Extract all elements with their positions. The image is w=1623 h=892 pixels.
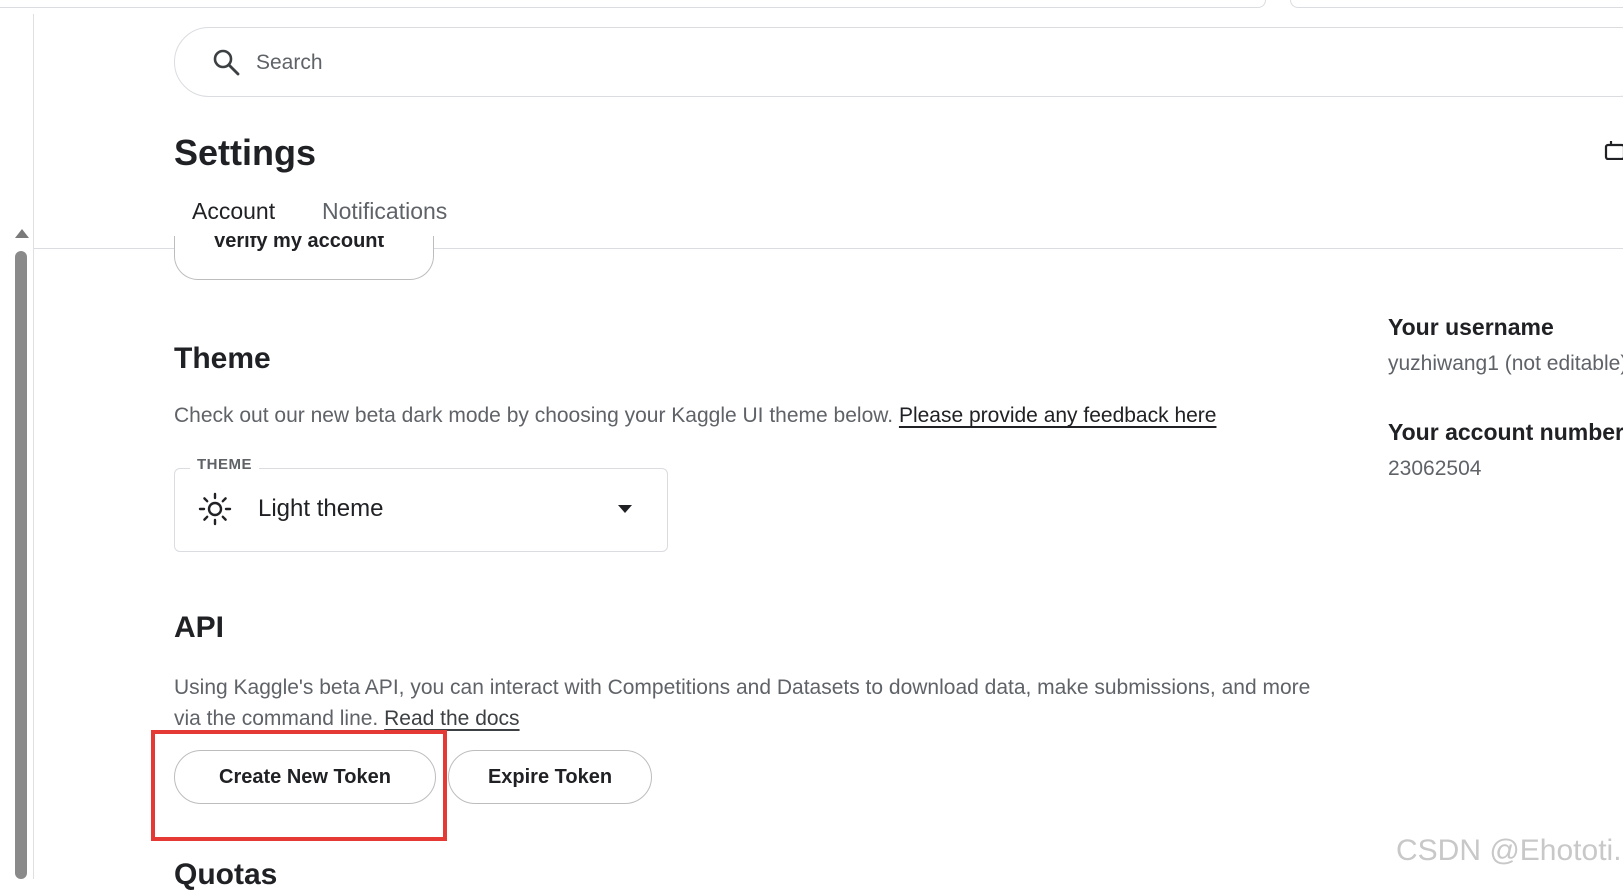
sun-icon <box>198 492 232 526</box>
username-label: Your username <box>1388 314 1554 340</box>
tab-account[interactable]: Account <box>192 198 275 225</box>
account-number-value: 23062504 <box>1388 457 1482 480</box>
account-number-label: Your account number <box>1388 419 1623 445</box>
theme-description: Check out our new beta dark mode by choo… <box>174 404 1216 428</box>
watermark-text: CSDN @Ehototi. <box>1396 834 1622 867</box>
search-input[interactable] <box>256 48 856 78</box>
theme-select[interactable] <box>174 468 668 552</box>
verify-account-label: Verify my account <box>213 236 385 252</box>
calendar-icon[interactable] <box>1604 140 1623 160</box>
expire-token-button[interactable]: Expire Token <box>448 750 652 804</box>
highlight-box <box>151 730 447 841</box>
browser-top-edge <box>0 0 1623 8</box>
quotas-heading: Quotas <box>174 858 278 891</box>
read-docs-link[interactable]: Read the docs <box>384 707 519 730</box>
theme-description-text: Check out our new beta dark mode by choo… <box>174 404 894 427</box>
tab-notifications[interactable]: Notifications <box>322 198 447 225</box>
api-description-text: Using Kaggle's beta API, you can interac… <box>174 676 1311 730</box>
left-nav-divider <box>33 14 34 879</box>
api-heading: API <box>174 611 225 644</box>
username-value: yuzhiwang1 (not editable) <box>1388 352 1623 375</box>
scrollbar-thumb[interactable] <box>15 251 27 879</box>
search-icon <box>213 49 240 76</box>
theme-heading: Theme <box>174 342 271 375</box>
page-title: Settings <box>174 132 317 173</box>
feedback-link[interactable]: Please provide any feedback here <box>899 404 1217 427</box>
theme-selected-value: Light theme <box>258 495 384 522</box>
theme-select-label: THEME <box>190 456 259 473</box>
scroll-up-arrow-icon[interactable] <box>15 229 29 238</box>
api-description: Using Kaggle's beta API, you can interac… <box>174 672 1334 734</box>
verify-account-button[interactable]: Verify my account <box>174 236 434 280</box>
caret-down-icon[interactable] <box>618 505 632 513</box>
